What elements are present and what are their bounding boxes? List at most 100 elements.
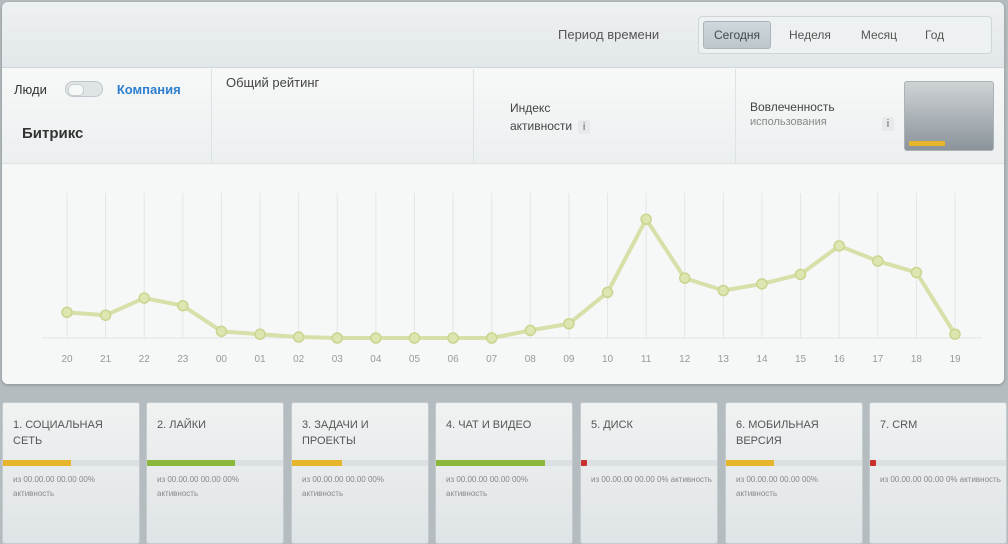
x-tick-label: 06 <box>448 354 460 365</box>
thumbnail-progress-bar <box>909 141 945 146</box>
card-progress-fill <box>726 460 774 466</box>
data-point <box>138 292 150 304</box>
toggle-company-label[interactable]: Компания <box>117 82 181 97</box>
x-tick-label: 09 <box>563 354 575 365</box>
summary-header: Люди Компания Битрикс Общий рейтинг Инде… <box>2 69 1004 164</box>
x-tick-label: 05 <box>409 354 421 365</box>
card-subtitle: из 00.00.00 00.00 0% активность <box>880 475 1001 484</box>
data-point <box>949 328 961 340</box>
x-tick-label: 18 <box>911 354 923 365</box>
activity-cell: Индекс активности i <box>474 69 736 164</box>
card-progress-track <box>581 460 717 466</box>
data-point <box>872 255 884 267</box>
card-progress-fill <box>3 460 71 466</box>
data-point <box>524 324 537 337</box>
tool-card[interactable]: 4. Чат и видео из 00.00.00 00.00 00% акти… <box>435 402 573 544</box>
card-title: 6. Мобильная версия <box>736 419 819 447</box>
tool-cards: 1. Социальная сеть из 00.00.00 00.00 00% … <box>0 402 1008 544</box>
people-company-toggle: Люди Компания <box>14 81 181 97</box>
tool-card[interactable]: 2. Лайки из 00.00.00 00.00 00% активность <box>146 402 284 544</box>
toggle-switch[interactable] <box>64 81 103 97</box>
period-switcher: Сегодня Неделя Месяц Год <box>698 16 992 54</box>
period-week-button[interactable]: Неделя <box>779 21 841 49</box>
card-subtitle: из 00.00.00 00.00 00% активность <box>736 475 818 498</box>
data-point <box>177 299 189 312</box>
card-progress-track <box>436 460 572 466</box>
preview-thumbnail[interactable] <box>904 81 994 151</box>
data-point <box>910 266 923 279</box>
period-month-button[interactable]: Месяц <box>851 21 907 49</box>
card-progress-track <box>726 460 862 466</box>
x-tick-label: 19 <box>949 354 961 365</box>
card-title: 4. Чат и видео <box>446 419 532 431</box>
data-point <box>563 318 575 330</box>
data-point <box>601 286 614 299</box>
data-point <box>408 332 421 344</box>
info-icon[interactable]: i <box>578 120 591 134</box>
tool-card[interactable]: 6. Мобильная версия из 00.00.00 00.00 00%… <box>725 402 863 544</box>
x-tick-label: 15 <box>795 354 807 365</box>
card-title: 7. CRM <box>880 419 918 431</box>
card-subtitle: из 00.00.00 00.00 00% активность <box>302 475 384 498</box>
data-point <box>833 240 845 252</box>
x-tick-label: 07 <box>486 354 498 365</box>
activity-chart: 20 21 22 23 00 01 02 03 04 05 06 07 08 09 10 11 12 13 14 15… <box>2 165 1004 384</box>
x-tick-label: 16 <box>834 354 846 365</box>
x-tick-label: 08 <box>525 354 537 365</box>
data-point <box>485 332 498 344</box>
card-progress-fill <box>292 460 343 466</box>
card-title: 2. Лайки <box>157 419 207 431</box>
info-icon[interactable]: i <box>882 117 894 131</box>
data-point <box>99 309 112 321</box>
period-year-button[interactable]: Год <box>915 21 954 49</box>
topbar: Период времени Сегодня Неделя Месяц Год <box>2 2 1004 68</box>
activity-block: Индекс активности i <box>510 99 600 135</box>
x-tick-label: 22 <box>139 354 151 365</box>
data-point <box>678 272 691 284</box>
x-tick-label: 04 <box>370 354 382 365</box>
engagement-label: Вовлеченность <box>750 100 835 114</box>
tool-card[interactable]: 7. CRM из 00.00.00 00.00 0% активность <box>869 402 1007 544</box>
x-tick-label: 13 <box>718 354 730 365</box>
series-line <box>65 217 957 340</box>
company-name: Битрикс <box>22 125 84 142</box>
card-subtitle: из 00.00.00 00.00 00% активность <box>157 475 239 498</box>
x-tick-label: 00 <box>216 354 228 365</box>
toggle-people-label[interactable]: Люди <box>14 82 47 97</box>
rating-label: Общий рейтинг <box>226 75 320 90</box>
data-point <box>254 328 266 340</box>
card-progress-track <box>147 460 283 466</box>
data-point <box>215 325 228 338</box>
tool-card[interactable]: 3. Задачи и проекты из 00.00.00 00.00 00%… <box>291 402 429 544</box>
data-point <box>447 332 459 344</box>
rating-cell: Общий рейтинг <box>212 69 474 164</box>
x-tick-label: 17 <box>872 354 884 365</box>
card-subtitle: из 00.00.00 00.00 00% активность <box>446 475 528 498</box>
activity-index-label: Индекс активности <box>510 101 573 133</box>
data-point <box>370 332 382 344</box>
data-point <box>794 268 807 281</box>
data-point <box>717 284 730 297</box>
card-progress-empty-marker <box>870 460 876 466</box>
card-title: 5. Диск <box>591 419 633 431</box>
tool-card[interactable]: 5. Диск из 00.00.00 00.00 0% активность <box>580 402 718 544</box>
card-progress-track <box>870 460 1006 466</box>
engagement-cell: Вовлеченность использования i <box>736 69 900 164</box>
tool-card[interactable]: 1. Социальная сеть из 00.00.00 00.00 00% … <box>2 402 140 544</box>
card-progress-track <box>3 460 139 466</box>
data-point <box>292 331 305 343</box>
card-progress-track <box>292 460 428 466</box>
company-cell: Люди Компания Битрикс <box>2 69 212 164</box>
x-tick-label: 03 <box>332 354 344 365</box>
card-subtitle: из 00.00.00 00.00 0% активность <box>591 475 712 484</box>
activity-chart-svg: 20 21 22 23 00 01 02 03 04 05 06 07 08 09 10 11 12 13 14 15… <box>42 193 982 365</box>
x-tick-label: 01 <box>254 354 266 365</box>
period-today-button[interactable]: Сегодня <box>703 21 771 49</box>
engagement-sub: использования <box>750 116 827 128</box>
card-title: 1. Социальная сеть <box>13 419 103 447</box>
engagement-block: Вовлеченность использования <box>750 99 835 128</box>
x-tick-label: 21 <box>100 354 112 365</box>
card-progress-fill <box>147 460 236 466</box>
data-point <box>331 332 344 344</box>
card-progress-fill <box>436 460 545 466</box>
